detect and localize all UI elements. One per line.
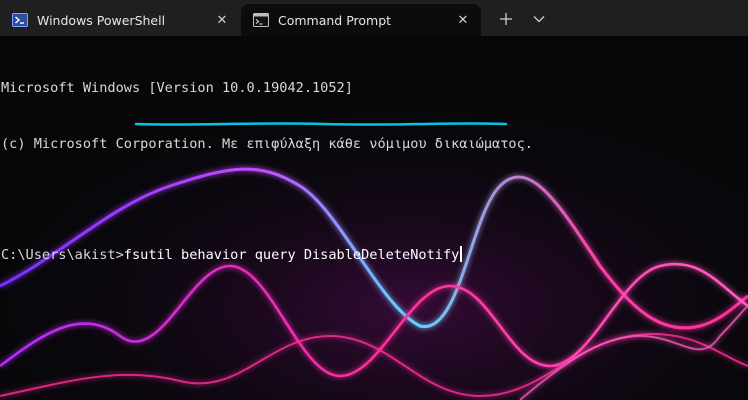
close-icon[interactable]: ✕ xyxy=(208,6,236,34)
tab-windows-powershell[interactable]: Windows PowerShell ✕ xyxy=(0,4,240,36)
command-highlight-underline xyxy=(134,122,508,126)
tab-command-prompt[interactable]: Command Prompt ✕ xyxy=(241,4,481,36)
tab-bar: Windows PowerShell ✕ Command Prompt ✕ xyxy=(0,0,748,36)
powershell-icon xyxy=(12,13,28,27)
prompt: C:\Users\akist> xyxy=(1,246,124,263)
tab-title: Windows PowerShell xyxy=(37,12,166,28)
new-tab-button[interactable] xyxy=(493,6,519,32)
tab-title: Command Prompt xyxy=(278,12,392,28)
close-icon[interactable]: ✕ xyxy=(449,6,477,34)
output-line: Microsoft Windows [Version 10.0.19042.10… xyxy=(1,80,353,96)
plus-icon xyxy=(500,13,512,25)
terminal-pane[interactable]: Microsoft Windows [Version 10.0.19042.10… xyxy=(0,36,748,400)
tab-dropdown-button[interactable] xyxy=(526,6,552,32)
typed-command: fsutil behavior query DisableDeleteNotif… xyxy=(123,246,460,263)
text-cursor xyxy=(460,245,462,262)
terminal-output: Microsoft Windows [Version 10.0.19042.10… xyxy=(1,42,533,301)
cmd-icon xyxy=(253,13,269,27)
chevron-down-icon xyxy=(533,16,545,23)
output-line: (c) Microsoft Corporation. Με επιφύλαξη … xyxy=(1,135,533,152)
prompt-line[interactable]: C:\Users\akist>fsutil behavior query Dis… xyxy=(1,245,533,265)
